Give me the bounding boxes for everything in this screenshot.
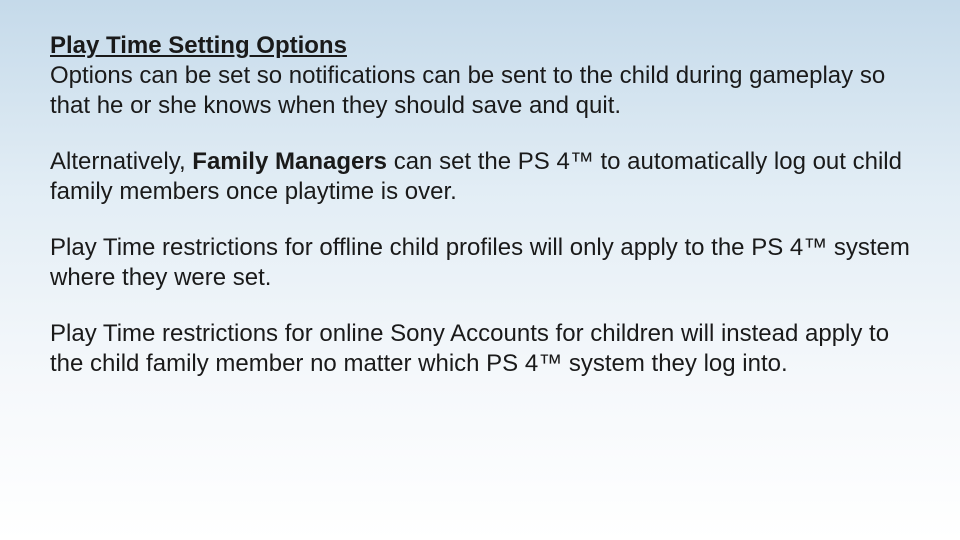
p2-bold: Family Managers [192, 148, 387, 175]
slide-content: Play Time Setting Options Options can be… [50, 30, 910, 379]
paragraph-4: Play Time restrictions for online Sony A… [50, 319, 910, 379]
section-heading: Play Time Setting Options [50, 30, 910, 61]
paragraph-3: Play Time restrictions for offline child… [50, 233, 910, 293]
paragraph-2: Alternatively, Family Managers can set t… [50, 147, 910, 207]
p2-before: Alternatively, [50, 148, 192, 175]
paragraph-1: Options can be set so notifications can … [50, 61, 910, 121]
